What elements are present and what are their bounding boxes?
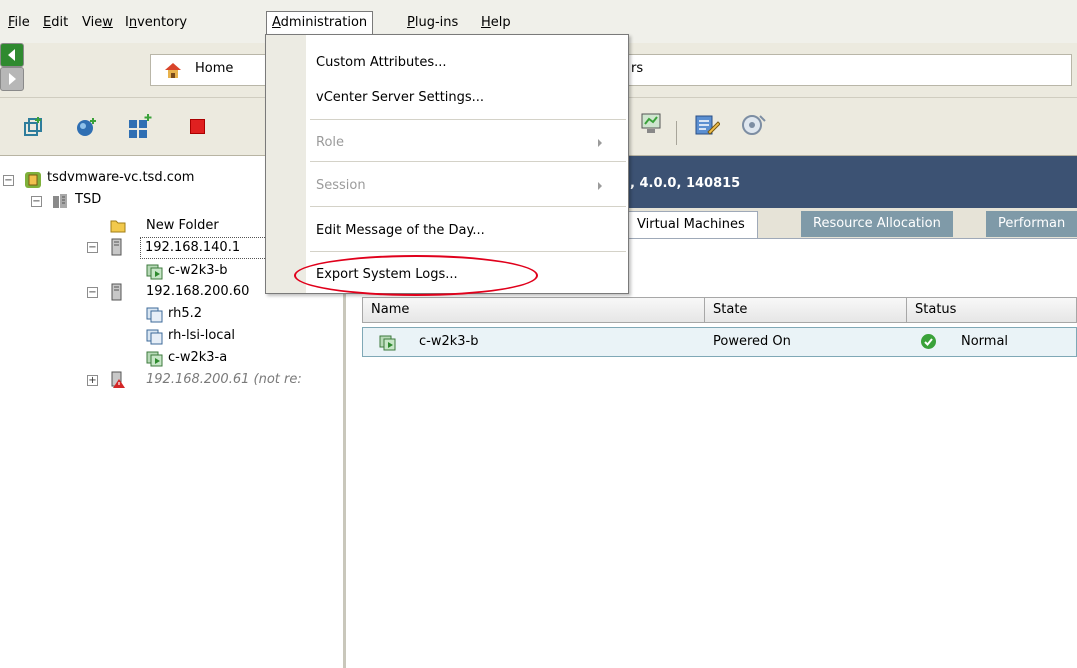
- menu-separator: [310, 119, 626, 120]
- tree-node-host[interactable]: 192.168.200.60: [146, 283, 249, 301]
- status-ok-icon: [921, 334, 936, 349]
- menu-administration-rest: dministration: [280, 15, 368, 30]
- tree-node-host-not-responding[interactable]: 192.168.200.61 (not re:: [146, 371, 302, 389]
- menu-plugins-accel: P: [407, 15, 415, 30]
- menu-inventory[interactable]: Inventory: [120, 12, 192, 34]
- table-header: Name State Status: [362, 297, 1077, 323]
- submenu-arrow-icon: [598, 139, 602, 147]
- breadcrumb-fragment: rs: [631, 61, 644, 76]
- folder-icon: [109, 216, 126, 233]
- menu-plugins[interactable]: Plug-ins: [402, 12, 463, 34]
- collapse-toggle[interactable]: −: [31, 196, 42, 207]
- console-icon[interactable]: [640, 112, 662, 140]
- new-host-icon[interactable]: [22, 116, 44, 142]
- column-header-status[interactable]: Status: [907, 298, 1077, 322]
- tree-node-vm[interactable]: rh-lsi-local: [168, 327, 235, 345]
- menu-gutter: [266, 35, 306, 293]
- expand-toggle[interactable]: +: [87, 375, 98, 386]
- stop-icon[interactable]: [190, 119, 205, 134]
- menu-view-accel: w: [102, 15, 113, 30]
- menu-edit[interactable]: Edit: [38, 12, 73, 34]
- tree-node-datacenter[interactable]: TSD: [75, 191, 101, 209]
- vm-powered-off-icon: [146, 327, 163, 345]
- menu-item-label: Session: [316, 178, 366, 193]
- collapse-toggle[interactable]: −: [3, 175, 14, 186]
- menu-separator: [310, 251, 626, 252]
- tab-performance[interactable]: Performan: [986, 211, 1077, 237]
- menu-item-edit-motd[interactable]: Edit Message of the Day...: [316, 220, 485, 242]
- collapse-toggle[interactable]: −: [87, 287, 98, 298]
- vm-powered-on-icon: [146, 262, 163, 280]
- menu-file[interactable]: File: [3, 12, 35, 34]
- host-icon: [109, 283, 125, 301]
- new-cluster-icon[interactable]: [127, 114, 153, 144]
- menu-inventory-accel: n: [128, 15, 138, 30]
- menu-separator: [310, 206, 626, 207]
- submenu-arrow-icon: [598, 182, 602, 190]
- menu-item-label: Custom Attributes...: [316, 55, 447, 70]
- vm-powered-on-icon: [379, 333, 397, 355]
- tab-resource-allocation[interactable]: Resource Allocation: [801, 211, 953, 237]
- menu-item-label: Role: [316, 135, 345, 150]
- menu-help-accel: H: [481, 15, 491, 30]
- column-header-name[interactable]: Name: [363, 298, 705, 322]
- summary-title: , 4.0.0, 140815: [630, 176, 741, 191]
- vm-powered-on-icon: [146, 349, 163, 367]
- menu-edit-accel: E: [43, 15, 52, 30]
- collapse-toggle[interactable]: −: [87, 242, 98, 253]
- toolbar-divider: [676, 121, 677, 145]
- new-datacenter-icon[interactable]: [75, 116, 97, 142]
- menu-file-rest: ile: [14, 15, 30, 30]
- cell-vm-status: Normal: [961, 334, 1009, 349]
- menu-item-custom-attributes[interactable]: Custom Attributes...: [316, 52, 447, 74]
- menu-item-role[interactable]: Role: [316, 132, 344, 154]
- menu-view-pre: Vie: [82, 15, 103, 30]
- menu-administration[interactable]: Administration: [266, 11, 374, 35]
- cell-vm-name: c-w2k3-b: [419, 334, 479, 349]
- menu-help[interactable]: Help: [476, 12, 516, 34]
- forward-arrow-icon[interactable]: [0, 67, 24, 91]
- table-row[interactable]: c-w2k3-b Powered On Normal: [362, 327, 1077, 357]
- edit-settings-icon[interactable]: [694, 112, 721, 142]
- back-arrow-icon[interactable]: [0, 43, 24, 67]
- menu-item-label: vCenter Server Settings...: [316, 90, 485, 105]
- menu-inventory-rest: ventory: [137, 15, 188, 30]
- menu-help-rest: elp: [490, 15, 511, 30]
- menu-separator: [310, 161, 626, 162]
- host-icon: [109, 238, 125, 256]
- menu-edit-rest: dit: [51, 15, 69, 30]
- host-alert-icon: [109, 371, 125, 388]
- datacenter-icon: [52, 193, 68, 209]
- tree-node-folder[interactable]: New Folder: [146, 217, 219, 235]
- migrate-icon[interactable]: [738, 112, 766, 142]
- tab-virtual-machines[interactable]: Virtual Machines: [624, 211, 758, 238]
- column-header-state[interactable]: State: [705, 298, 907, 322]
- tree-node-vm[interactable]: c-w2k3-a: [168, 349, 227, 367]
- menu-plugins-rest: lug-ins: [414, 15, 459, 30]
- menu-item-label: Edit Message of the Day...: [316, 223, 485, 238]
- menu-item-session[interactable]: Session: [316, 175, 366, 197]
- tree-node-vm[interactable]: c-w2k3-b: [168, 262, 227, 280]
- tree-node-vcenter[interactable]: tsdvmware-vc.tsd.com: [47, 169, 194, 187]
- home-link[interactable]: Home: [195, 61, 233, 76]
- vm-table: Name State Status c-w2k3-b Powered On No…: [362, 297, 1077, 357]
- vm-powered-off-icon: [146, 305, 163, 323]
- menu-item-vcenter-settings[interactable]: vCenter Server Settings...: [316, 87, 484, 109]
- tree-node-vm[interactable]: rh5.2: [168, 305, 202, 323]
- highlight-annotation: [294, 255, 538, 296]
- menu-view[interactable]: View: [77, 12, 118, 34]
- home-icon: [163, 60, 183, 84]
- menu-administration-accel: A: [272, 15, 281, 30]
- vcenter-icon: [24, 171, 41, 188]
- cell-vm-state: Powered On: [713, 334, 791, 349]
